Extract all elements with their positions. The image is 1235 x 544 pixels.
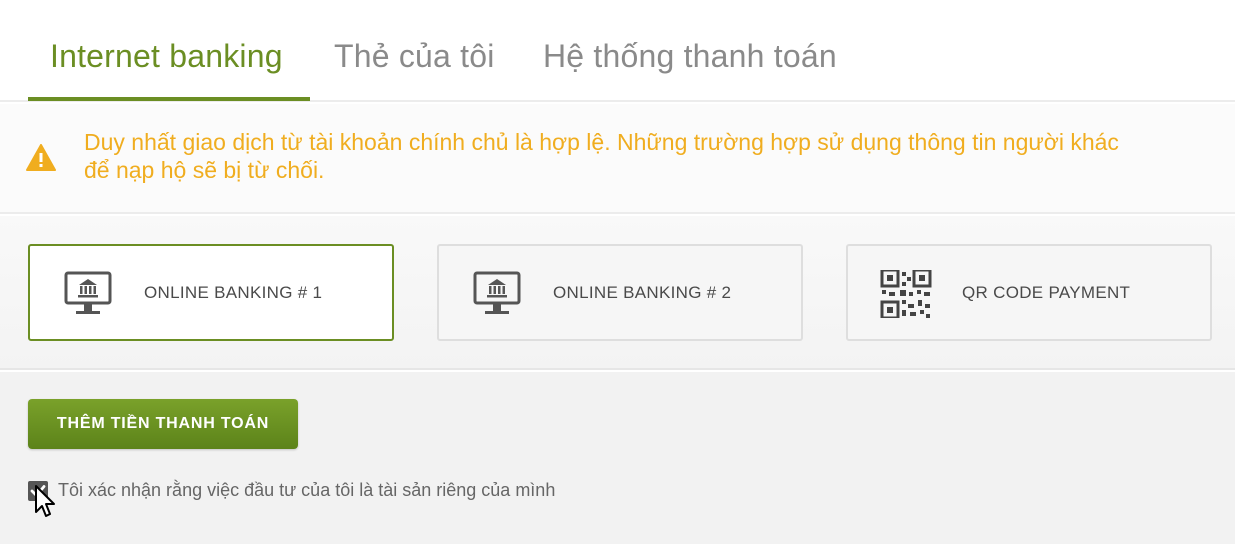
payment-method-qr-code[interactable]: QR CODE PAYMENT bbox=[846, 244, 1212, 341]
qr-code-icon bbox=[880, 270, 932, 318]
bank-monitor-icon bbox=[473, 271, 521, 314]
payment-method-label: ONLINE BANKING # 2 bbox=[553, 283, 732, 302]
active-tab-indicator bbox=[28, 97, 310, 101]
mouse-cursor-icon bbox=[35, 485, 55, 517]
payment-method-online-banking-1[interactable]: ONLINE BANKING # 1 bbox=[28, 244, 394, 341]
payment-method-online-banking-2[interactable]: ONLINE BANKING # 2 bbox=[437, 244, 803, 341]
payment-method-label: ONLINE BANKING # 1 bbox=[144, 283, 323, 302]
warning-icon bbox=[26, 144, 56, 171]
actions-section bbox=[0, 372, 1235, 544]
warning-text-line-2: để nạp hộ sẽ bị từ chối. bbox=[84, 157, 325, 183]
bank-monitor-icon bbox=[64, 271, 112, 314]
payment-method-label: QR CODE PAYMENT bbox=[962, 283, 1131, 302]
tab-bar: Internet banking Thẻ của tôi Hệ thống th… bbox=[0, 0, 1235, 102]
add-funds-button[interactable]: THÊM TIỀN THANH TOÁN bbox=[28, 399, 298, 449]
tab-payment-system[interactable]: Hệ thống thanh toán bbox=[543, 38, 837, 75]
warning-text-line-1: Duy nhất giao dịch từ tài khoản chính ch… bbox=[84, 129, 1119, 155]
confirm-checkbox-label[interactable]: Tôi xác nhận rằng việc đầu tư của tôi là… bbox=[58, 480, 555, 501]
tab-my-cards[interactable]: Thẻ của tôi bbox=[334, 38, 495, 75]
tab-internet-banking[interactable]: Internet banking bbox=[50, 38, 283, 75]
warning-text: Duy nhất giao dịch từ tài khoản chính ch… bbox=[84, 128, 1214, 184]
